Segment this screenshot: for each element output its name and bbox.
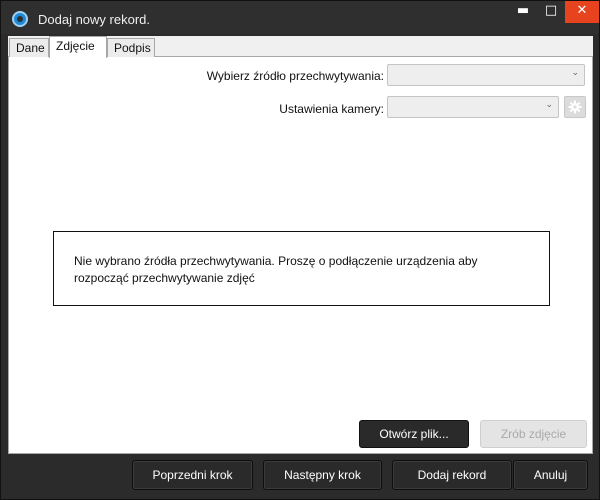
footer-bar: Poprzedni krok Następny krok Dodaj rekor… bbox=[8, 455, 593, 495]
previous-step-button[interactable]: Poprzedni krok bbox=[132, 460, 253, 490]
source-label: Wybierz źródło przechwytywania: bbox=[206, 69, 384, 83]
camera-settings-label: Ustawienia kamery: bbox=[279, 102, 384, 116]
camera-settings-button[interactable] bbox=[564, 96, 586, 118]
tab-strip: Dane Zdjęcie Podpis bbox=[8, 36, 593, 58]
source-select[interactable]: ⌄ bbox=[387, 64, 585, 86]
dialog-window: Dodaj nowy rekord. ▬ □ ✕ Dane Zdjęcie Po… bbox=[0, 0, 600, 500]
next-step-button[interactable]: Następny krok bbox=[263, 460, 382, 490]
add-record-button[interactable]: Dodaj rekord bbox=[392, 460, 512, 490]
tab-podpis[interactable]: Podpis bbox=[107, 38, 155, 57]
title-bar[interactable]: Dodaj nowy rekord. ▬ □ ✕ bbox=[1, 1, 599, 34]
chevron-down-icon: ⌄ bbox=[545, 100, 553, 110]
take-photo-button[interactable]: Zrób zdjęcie bbox=[480, 420, 587, 448]
chevron-down-icon: ⌄ bbox=[571, 68, 579, 78]
cancel-button[interactable]: Anuluj bbox=[513, 460, 588, 490]
tab-dane[interactable]: Dane bbox=[9, 38, 49, 57]
maximize-icon[interactable]: □ bbox=[537, 1, 565, 23]
tab-zdjecie[interactable]: Zdjęcie bbox=[49, 36, 107, 58]
gear-icon bbox=[568, 100, 582, 114]
window-title: Dodaj nowy rekord. bbox=[38, 12, 150, 27]
no-source-message: Nie wybrano źródła przechwytywania. Pros… bbox=[53, 231, 550, 306]
camera-settings-select[interactable]: ⌄ bbox=[387, 96, 559, 118]
tab-content-panel: Wybierz źródło przechwytywania: ⌄ Ustawi… bbox=[8, 57, 593, 454]
app-logo-icon bbox=[12, 11, 28, 27]
open-file-button[interactable]: Otwórz plik... bbox=[359, 420, 469, 448]
minimize-icon[interactable]: ▬ bbox=[509, 1, 537, 23]
close-icon[interactable]: ✕ bbox=[565, 1, 599, 23]
